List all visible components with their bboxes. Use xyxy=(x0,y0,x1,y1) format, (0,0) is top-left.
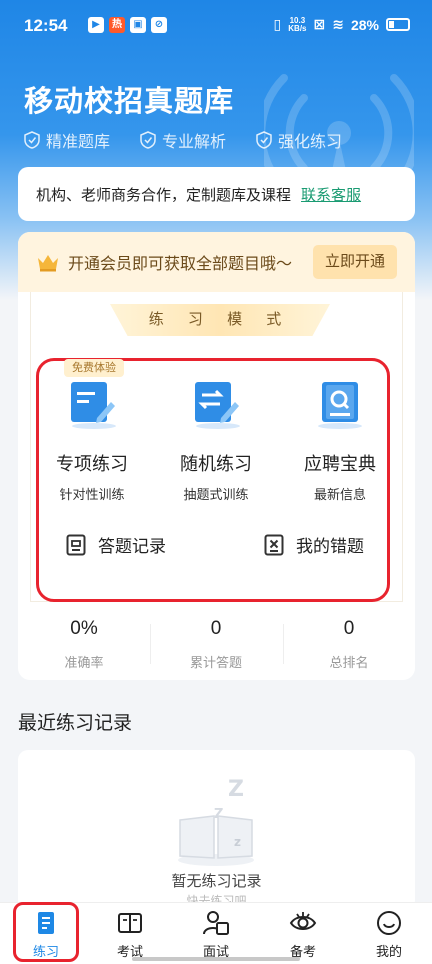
feature-label: 专业解析 xyxy=(162,134,227,151)
vip-banner: 开通会员即可获取全部题目哦～ 立即开通 xyxy=(18,232,415,292)
empty-book-icon: Z Z z xyxy=(178,777,254,866)
active-tab-highlight xyxy=(13,902,79,962)
shield-check-icon xyxy=(24,131,40,149)
mode-subtitle: 抽题式训练 xyxy=(183,487,249,502)
shield-check-icon xyxy=(140,131,156,149)
feature-item: 强化练习 xyxy=(256,128,342,152)
shield-check-icon xyxy=(256,131,272,149)
mode-title: 随机练习 xyxy=(180,454,252,474)
tab-exam[interactable]: 考试 xyxy=(100,909,160,960)
battery-icon xyxy=(386,18,410,31)
empty-records-text: 暂无练习记录 xyxy=(171,873,262,890)
stat-label: 准确率 xyxy=(64,655,104,670)
app-title: 移动校招真题库 xyxy=(24,86,235,118)
stat-value: 0 xyxy=(343,618,355,639)
status-time: 12:54 xyxy=(24,16,68,35)
business-text: 机构、老师商务合作，定制题库及课程 xyxy=(36,186,292,204)
vip-text: 开通会员即可获取全部题目哦～ xyxy=(68,256,293,273)
shuffle-doc-icon xyxy=(195,382,240,429)
svg-text:Z: Z xyxy=(228,777,244,802)
profile-icon xyxy=(377,911,401,935)
contact-service-link[interactable]: 联系客服 xyxy=(301,184,361,205)
tab-interview[interactable]: 面试 xyxy=(186,909,246,960)
svg-text:z: z xyxy=(234,835,241,849)
stat-value: 0% xyxy=(70,618,98,639)
tab-profile[interactable]: 我的 xyxy=(359,909,419,960)
app-notification-icon: 热 xyxy=(109,17,125,33)
status-indicators: ▯ 10.3 KB/s ⊠ ≋ 28% xyxy=(274,16,410,33)
sim-icon: ⊠ xyxy=(313,16,326,32)
feature-list: 精准题库 专业解析 强化练习 xyxy=(24,128,342,152)
status-app-icons: ▶ 热 ▣ ⊘ xyxy=(88,17,167,33)
net-speed: 10.3 KB/s xyxy=(288,16,307,33)
app-notification-icon: ▣ xyxy=(130,17,146,33)
prepare-icon xyxy=(289,912,317,930)
app-notification-icon: ⊘ xyxy=(151,17,167,33)
record-doc-icon xyxy=(66,534,86,555)
feature-label: 强化练习 xyxy=(278,134,343,151)
feature-label: 精准题库 xyxy=(46,134,111,151)
stats-row: 0% 准确率 0 累计答题 0 总排名 xyxy=(18,618,415,680)
interview-icon xyxy=(203,911,229,935)
answer-records-button[interactable]: 答题记录 xyxy=(66,532,166,557)
stat-label: 累计答题 xyxy=(189,655,242,670)
mode-title: 应聘宝典 xyxy=(304,454,376,474)
mode-job-guide[interactable]: 应聘宝典 最新信息 xyxy=(280,378,400,503)
mode-random-practice[interactable]: 随机练习 抽题式训练 xyxy=(156,378,276,503)
wifi-icon: ≋ xyxy=(332,16,344,32)
battery-percent: 28% xyxy=(350,16,379,33)
feature-item: 精准题库 xyxy=(24,128,110,152)
my-mistakes-label: 我的错题 xyxy=(296,537,364,556)
app-notification-icon: ▶ xyxy=(88,17,104,33)
mode-subtitle: 最新信息 xyxy=(313,487,366,502)
recent-records-card: Z Z z 暂无练习记录 快去练习吧 xyxy=(18,750,415,910)
mode-subtitle: 针对性训练 xyxy=(59,487,125,502)
mode-title: 专项练习 xyxy=(56,454,128,474)
mistake-doc-icon xyxy=(264,534,284,555)
stat-label: 总排名 xyxy=(329,655,369,670)
recent-records-title: 最近练习记录 xyxy=(18,713,133,734)
practice-mode-title: 练 习 模 式 xyxy=(110,304,330,336)
mode-specialized-practice[interactable]: 专项练习 针对性训练 xyxy=(32,378,152,503)
stat-rank: 0 总排名 xyxy=(283,618,415,671)
open-vip-button[interactable]: 立即开通 xyxy=(313,245,397,279)
business-cooperation-card: 机构、老师商务合作，定制题库及课程 联系客服 xyxy=(18,167,415,221)
exam-icon xyxy=(118,913,142,933)
crown-icon xyxy=(38,255,58,272)
stat-total-answered: 0 累计答题 xyxy=(150,618,282,671)
stat-value: 0 xyxy=(210,618,222,639)
tab-label: 我的 xyxy=(375,944,402,959)
vibrate-icon: ▯ xyxy=(273,16,282,32)
edit-doc-icon xyxy=(71,382,116,429)
search-book-icon xyxy=(318,382,362,429)
free-trial-badge: 免费体验 xyxy=(64,359,124,377)
home-indicator xyxy=(132,957,300,961)
answer-records-label: 答题记录 xyxy=(98,537,166,556)
my-mistakes-button[interactable]: 我的错题 xyxy=(264,532,364,557)
feature-item: 专业解析 xyxy=(140,128,226,152)
stat-accuracy: 0% 准确率 xyxy=(18,618,150,671)
status-bar: 12:54 ▶ 热 ▣ ⊘ ▯ 10.3 KB/s ⊠ ≋ 28% xyxy=(0,0,432,52)
tab-prepare[interactable]: 备考 xyxy=(273,909,333,960)
net-speed-unit: KB/s xyxy=(288,23,307,33)
